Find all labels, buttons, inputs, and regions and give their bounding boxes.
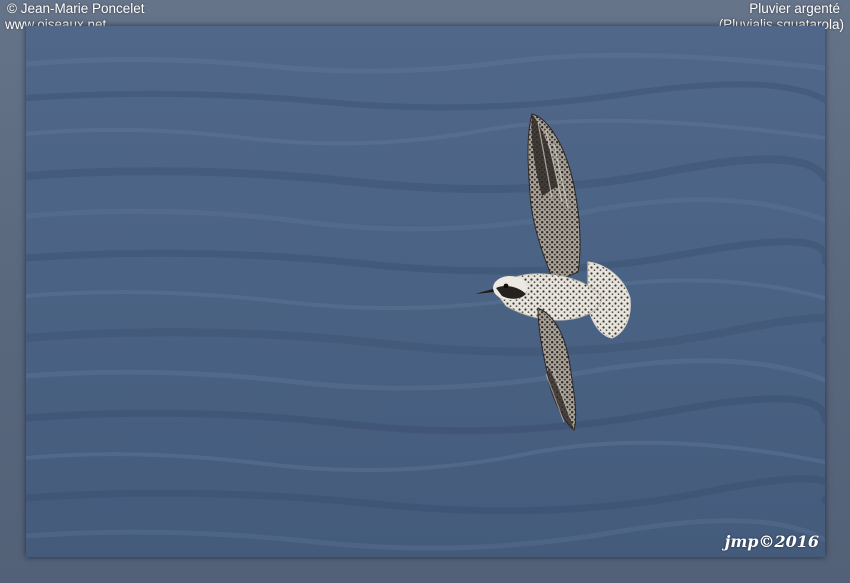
copyright-credit: © Jean-Marie Poncelet xyxy=(7,1,145,16)
sea-water-scene xyxy=(26,26,825,557)
photo-frame: © Jean-Marie Poncelet www.oiseaux.net Pl… xyxy=(0,0,850,583)
bird-eye xyxy=(503,283,509,289)
photographer-signature: jmp©2016 xyxy=(724,532,819,551)
bird-photograph: jmp©2016 xyxy=(26,26,825,557)
species-common-name: Pluvier argenté xyxy=(749,1,840,16)
